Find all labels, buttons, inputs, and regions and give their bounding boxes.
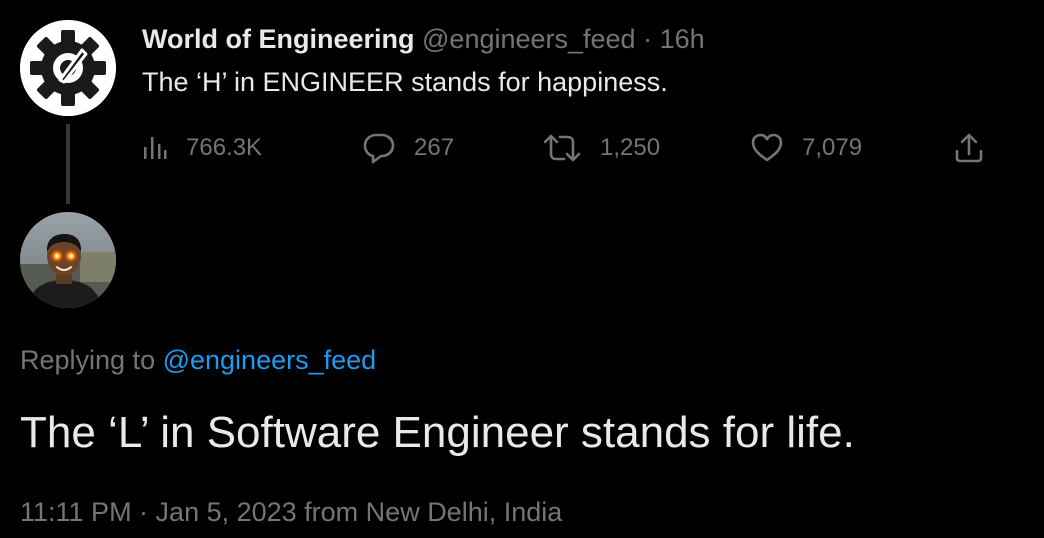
meta-separator: ·: [635, 24, 660, 54]
parent-tweet-header: World of Engineering @engineers_feed · 1…: [142, 22, 705, 56]
share-button[interactable]: [952, 128, 986, 168]
comment-bubble-icon: [363, 133, 395, 164]
bar-chart-icon: [144, 137, 167, 159]
like-count: 7,079: [802, 134, 863, 161]
like-button[interactable]: 7,079: [750, 128, 862, 168]
gear-logo-icon: [20, 20, 116, 116]
reply-button[interactable]: 267: [362, 128, 454, 168]
thread-connector-line: [66, 124, 70, 204]
retweet-icon: [543, 134, 581, 162]
reply-tweet-text: The ‘L’ in Software Engineer stands for …: [20, 408, 855, 457]
share-upload-icon: [955, 133, 983, 163]
user-photo-avatar: [20, 212, 116, 308]
views-button[interactable]: 766.3K: [142, 128, 262, 168]
reply-count: 267: [414, 134, 455, 161]
replying-to-handle-link[interactable]: @engineers_feed: [163, 345, 377, 375]
author-handle[interactable]: @engineers_feed: [422, 24, 636, 54]
retweet-count: 1,250: [600, 134, 661, 161]
retweet-button[interactable]: 1,250: [542, 128, 660, 168]
views-count: 766.3K: [186, 134, 263, 161]
reply-avatar[interactable]: [20, 212, 116, 308]
parent-tweet-text: The ‘H’ in ENGINEER stands for happiness…: [142, 67, 668, 97]
parent-avatar[interactable]: [20, 20, 116, 116]
author-name[interactable]: World of Engineering: [142, 24, 415, 54]
replying-to-label: Replying to: [20, 345, 163, 375]
tweet-time[interactable]: 16h: [660, 24, 705, 54]
reply-timestamp[interactable]: 11:11 PM · Jan 5, 2023 from New Delhi, I…: [20, 494, 562, 530]
replying-to: Replying to @engineers_feed: [20, 342, 376, 378]
heart-icon: [751, 133, 783, 162]
